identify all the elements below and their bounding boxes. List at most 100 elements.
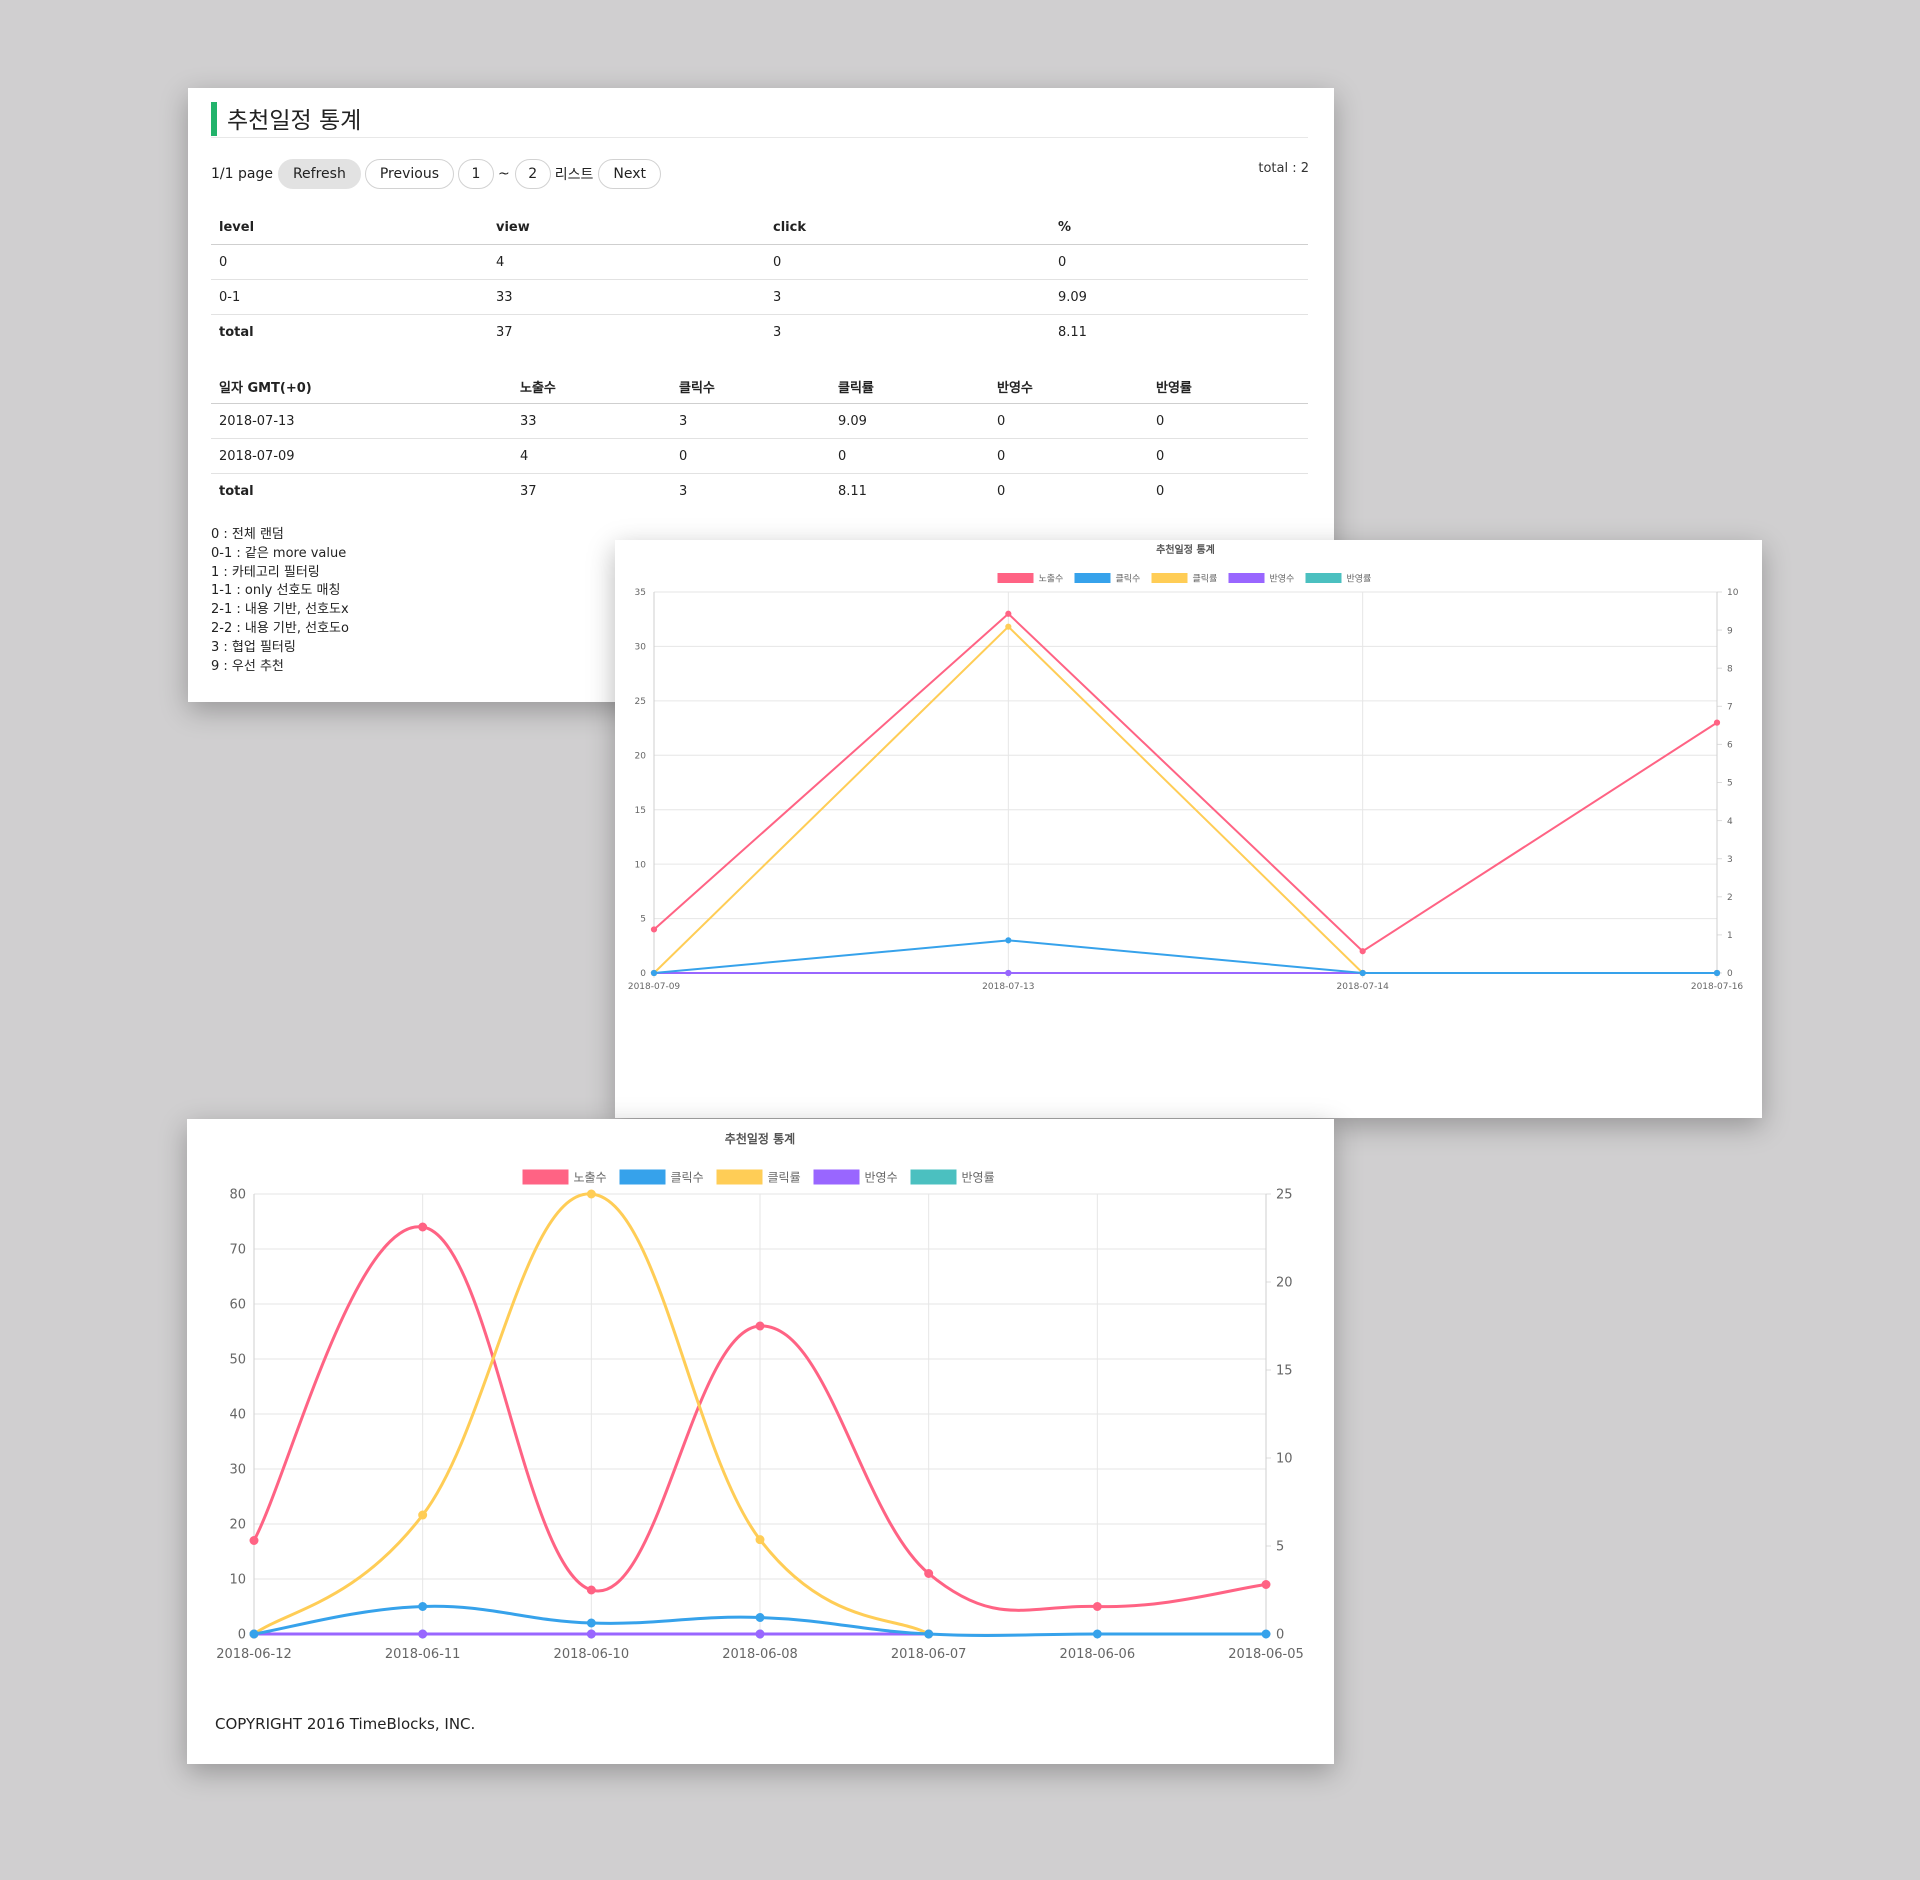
legend-swatch: [1305, 573, 1342, 583]
level-note: 3 : 협업 필터링: [211, 639, 296, 655]
legend-label: 반영수: [865, 1171, 898, 1185]
total-count: total : 2: [1258, 161, 1309, 176]
table-cell: 33: [488, 279, 765, 315]
table-header-row: 일자 GMT(+0) 노출수 클릭수 클릭률 반영수 반영률: [211, 369, 1308, 404]
chart-title: 추천일정 통계: [725, 1131, 795, 1146]
page-from-button[interactable]: 1: [458, 159, 494, 189]
y-left-tick-label: 0: [640, 969, 646, 979]
legend-label: 노출수: [574, 1171, 607, 1185]
data-point: [1092, 1629, 1102, 1639]
table-cell: 0: [211, 244, 488, 280]
table-cell: 0: [1148, 403, 1308, 439]
legend-label: 반영률: [962, 1171, 995, 1185]
line-chart-june: 추천일정 통계노출수 클릭수 클릭률 반영수 반영률 0 10 20 30 40 50 60 70 80 0…: [216, 1131, 1304, 1662]
data-point: [586, 1629, 596, 1639]
x-tick-label: 2018-07-09: [628, 982, 681, 992]
y-right-tick-label: 9: [1727, 626, 1733, 636]
column-header: view: [488, 210, 765, 245]
table-cell: 33: [512, 403, 671, 439]
next-button[interactable]: Next: [598, 159, 661, 189]
page-to-button[interactable]: 2: [514, 159, 551, 189]
column-header: 반영률: [1148, 369, 1308, 404]
y-left-tick-label: 80: [229, 1188, 246, 1203]
y-right-tick-label: 6: [1727, 741, 1733, 751]
data-point: [650, 969, 658, 977]
data-point: [586, 1189, 596, 1199]
data-point: [755, 1629, 765, 1639]
table-cell: 0: [765, 244, 1050, 280]
data-point: [1359, 969, 1366, 977]
level-legend-notes: 0 : 전체 랜덤 0-1 : 같은 more value 1 : 카테고리 필…: [211, 526, 349, 676]
legend-label: 클릭률: [1193, 572, 1218, 584]
table-cell: 0: [1148, 438, 1308, 474]
x-tick-label: 2018-06-08: [722, 1647, 798, 1662]
column-header: 일자 GMT(+0): [211, 369, 512, 404]
table-cell: 3: [773, 324, 782, 340]
line-chart-july: 추천일정 통계노출수 클릭수 클릭률 반영수 반영률051015202530350123…: [628, 543, 1744, 992]
refresh-button[interactable]: Refresh: [277, 159, 361, 189]
data-point: [418, 1629, 428, 1639]
table-cell: 0: [989, 403, 1148, 439]
previous-button[interactable]: Previous: [364, 159, 454, 189]
column-header: level: [211, 210, 488, 245]
page-header: 추천일정 통계: [211, 100, 1308, 138]
table-cell: 3: [679, 483, 688, 499]
y-left-tick-label: 15: [635, 806, 646, 816]
x-tick-label: 2018-07-14: [1337, 982, 1390, 992]
y-left-tick-label: 20: [635, 751, 647, 761]
table-cell: 3: [671, 403, 830, 439]
level-note: 1 : 카테고리 필터링: [211, 564, 320, 580]
data-point: [650, 926, 658, 933]
data-point: [1713, 969, 1721, 977]
data-point: [418, 1602, 428, 1611]
y-right-tick-label: 2: [1727, 893, 1733, 903]
table-cell: total: [219, 324, 254, 340]
legend-label: 클릭수: [1116, 572, 1141, 584]
series-line: [653, 939, 1717, 974]
table-row: 0-1 33 3 9.09: [211, 279, 1308, 315]
x-tick-label: 2018-06-10: [554, 1647, 630, 1662]
legend-swatch: [997, 573, 1034, 583]
y-left-tick-label: 70: [229, 1243, 246, 1258]
data-point: [755, 1535, 765, 1545]
table-cell: 9.09: [1050, 279, 1308, 315]
y-left-tick-label: 40: [229, 1408, 246, 1423]
range-separator: ~: [498, 166, 510, 182]
y-left-tick-label: 0: [238, 1628, 246, 1643]
table-cell: 0: [989, 438, 1148, 474]
column-header: 노출수: [512, 369, 671, 404]
column-header: 반영수: [989, 369, 1148, 404]
table-cell: 0: [997, 483, 1006, 499]
level-note: 2-1 : 내용 기반, 선호도x: [211, 602, 349, 618]
table-cell: 37: [496, 324, 513, 340]
title-accent-bar: [211, 102, 217, 136]
y-right-tick-label: 4: [1727, 817, 1733, 827]
level-note: 0 : 전체 랜덤: [211, 527, 284, 542]
y-right-tick-label: 20: [1276, 1276, 1293, 1291]
legend-swatch: [716, 1169, 763, 1185]
data-point: [586, 1618, 596, 1628]
table-cell: 0-1: [211, 279, 488, 315]
data-point: [1005, 623, 1012, 630]
chart-panel-june: 추천일정 통계 노출수 클릭수 클릭률 반영수 반영률 0 10 20 30 40 50 60 70 80 0…: [187, 1119, 1334, 1764]
x-tick-label: 2018-06-06: [1060, 1647, 1136, 1662]
y-left-tick-label: 50: [229, 1353, 246, 1368]
table-cell: 3: [765, 279, 1050, 315]
table-cell: 8.11: [1058, 324, 1087, 340]
y-right-tick-label: 25: [1276, 1188, 1293, 1203]
table-cell: 0: [830, 438, 989, 474]
y-left-tick-label: 30: [635, 643, 647, 653]
data-point: [249, 1536, 259, 1545]
y-left-tick-label: 20: [229, 1518, 246, 1533]
y-left-tick-label: 10: [229, 1573, 246, 1588]
x-tick-label: 2018-06-12: [216, 1647, 292, 1662]
page-indicator: 1/1 page: [211, 166, 273, 182]
series-line: [653, 625, 1717, 974]
legend-swatch: [619, 1169, 666, 1185]
y-left-tick-label: 60: [229, 1298, 246, 1313]
data-point: [1713, 719, 1721, 726]
legend-label: 클릭수: [671, 1171, 704, 1185]
legend-swatch: [910, 1169, 957, 1185]
y-left-tick-label: 5: [640, 915, 646, 925]
data-point: [1359, 948, 1366, 955]
